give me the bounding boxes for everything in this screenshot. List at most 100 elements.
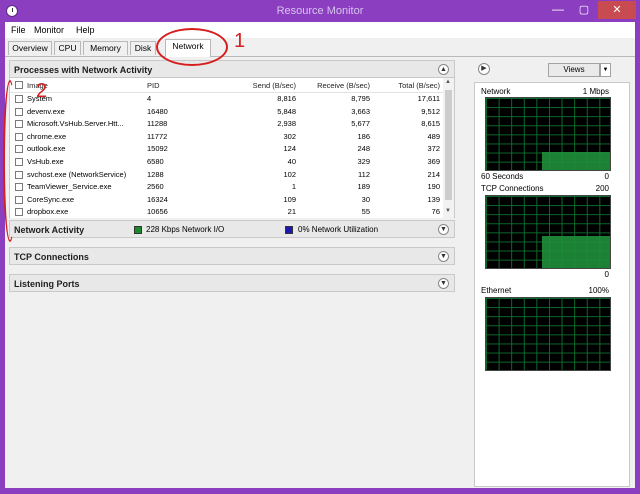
right-pane: ▶ Views ▼ Network 1 Mbps 60 Seconds 0 TC…	[474, 60, 630, 487]
network-activity-title: Network Activity	[14, 225, 85, 235]
listening-ports-section-header[interactable]: Listening Ports ▼	[9, 274, 455, 292]
cell-image: TeamViewer_Service.exe	[27, 182, 112, 192]
scroll-thumb[interactable]	[445, 90, 452, 200]
scroll-down-arrow-icon[interactable]: ▼	[445, 208, 451, 214]
network-graph-title: Network	[481, 87, 511, 96]
cell-send: 40	[287, 157, 296, 166]
cell-pid: 11288	[147, 119, 168, 129]
network-graph-max: 1 Mbps	[582, 87, 609, 96]
cell-image: Microsoft.VsHub.Server.Htt...	[27, 119, 124, 129]
chevron-down-icon[interactable]: ▼	[438, 224, 449, 235]
ethernet-graph	[485, 297, 611, 371]
network-graph-min: 0	[604, 172, 609, 181]
table-row[interactable]: Microsoft.VsHub.Server.Htt... 11288 2,938 5…	[10, 118, 443, 131]
processes-section-header[interactable]: Processes with Network Activity ▲	[9, 60, 455, 78]
table-row[interactable]: TeamViewer_Service.exe 2560 1 189 190	[10, 181, 443, 194]
network-utilization-legend-swatch	[285, 226, 293, 234]
window-title: Resource Monitor	[276, 5, 364, 17]
close-button[interactable]: ✕	[598, 1, 636, 19]
chevron-up-icon[interactable]: ▲	[438, 64, 449, 75]
right-pane-toolbar: ▶ Views ▼	[474, 60, 630, 80]
cell-pid: 15092	[147, 144, 168, 154]
graphs-panel: Network 1 Mbps 60 Seconds 0 TCP Connecti…	[474, 82, 630, 487]
cell-pid: 2560	[147, 182, 164, 192]
tab-cpu[interactable]: CPU	[54, 41, 81, 55]
tcp-graph-min: 0	[604, 270, 609, 279]
views-button[interactable]: Views	[548, 63, 600, 77]
main-content: Processes with Network Activity ▲ Image …	[5, 57, 635, 488]
table-row[interactable]: devenv.exe 16480 5,848 3,663 9,512	[10, 106, 443, 119]
processes-table-header: Image PID Send (B/sec) Receive (B/sec) T…	[10, 78, 443, 93]
cell-send: 109	[283, 194, 296, 204]
minimize-button[interactable]: —	[545, 2, 571, 18]
cell-pid: 6580	[147, 157, 164, 166]
chevron-down-icon[interactable]: ▼	[438, 251, 449, 262]
cell-total: 9,512	[421, 106, 440, 116]
column-pid[interactable]: PID	[147, 81, 160, 90]
column-send[interactable]: Send (B/sec)	[210, 81, 296, 90]
menu-monitor[interactable]: Monitor	[34, 25, 64, 35]
network-graph	[485, 97, 611, 171]
row-checkbox[interactable]	[15, 95, 23, 103]
table-row[interactable]: CoreSync.exe 16324 109 30 139	[10, 194, 443, 207]
cell-send: 102	[283, 169, 296, 179]
ethernet-graph-max: 100%	[588, 286, 609, 295]
network-activity-section-header[interactable]: Network Activity 228 Kbps Network I/O 0%…	[9, 220, 455, 238]
table-row[interactable]: VsHub.exe 6580 40 329 369	[10, 156, 443, 169]
table-row[interactable]: chrome.exe 11772 302 186 489	[10, 131, 443, 144]
tcp-connections-section-header[interactable]: TCP Connections ▼	[9, 247, 455, 265]
tcp-connections-title: TCP Connections	[14, 252, 89, 262]
table-row[interactable]: dropbox.exe 10656 21 55 76	[10, 206, 443, 218]
table-row[interactable]: outlook.exe 15092 124 248 372	[10, 143, 443, 156]
menu-help[interactable]: Help	[76, 25, 95, 35]
expand-right-icon[interactable]: ▶	[478, 63, 490, 75]
processes-section-title: Processes with Network Activity	[14, 65, 153, 75]
network-utilization-text: 0% Network Utilization	[298, 225, 379, 234]
tab-overview[interactable]: Overview	[8, 41, 52, 55]
column-receive[interactable]: Receive (B/sec)	[300, 81, 370, 90]
network-graph-fill	[541, 152, 610, 170]
cell-pid: 4	[147, 94, 152, 103]
title-bar: Resource Monitor — ▢ ✕	[0, 0, 640, 22]
column-total[interactable]: Total (B/sec)	[370, 81, 440, 90]
cell-image: VsHub.exe	[27, 157, 64, 166]
cell-total: 489	[427, 131, 440, 141]
cell-send: 2,938	[277, 119, 296, 129]
dropdown-arrow-icon[interactable]: ▼	[600, 63, 611, 77]
tcp-graph-max: 200	[595, 184, 609, 193]
row-checkbox[interactable]	[15, 107, 23, 116]
tcp-connections-graph	[485, 195, 611, 269]
scroll-up-arrow-icon[interactable]: ▲	[445, 79, 451, 85]
cell-pid: 1288	[147, 169, 164, 179]
cell-receive: 189	[357, 182, 370, 192]
cell-total: 139	[427, 194, 440, 204]
cell-receive: 186	[357, 131, 370, 141]
processes-scrollbar[interactable]: ▲ ▼	[443, 78, 454, 218]
cell-pid: 16324	[147, 194, 168, 204]
maximize-button[interactable]: ▢	[571, 2, 597, 18]
tab-disk[interactable]: Disk	[130, 41, 156, 55]
cell-image: CoreSync.exe	[27, 194, 75, 204]
cell-image: outlook.exe	[27, 144, 66, 154]
cell-total: 17,611	[417, 94, 440, 103]
menu-file[interactable]: File	[11, 25, 26, 35]
chevron-down-icon[interactable]: ▼	[438, 278, 449, 289]
cell-send: 302	[283, 131, 296, 141]
cell-send: 5,848	[277, 106, 296, 116]
cell-send: 8,816	[277, 94, 296, 103]
cell-receive: 5,677	[351, 119, 370, 129]
row-checkbox[interactable]	[15, 208, 23, 217]
table-row[interactable]: System 4 8,816 8,795 17,611	[10, 93, 443, 106]
cell-pid: 16480	[147, 106, 168, 116]
cell-receive: 248	[357, 144, 370, 154]
tcp-graph-title: TCP Connections	[481, 184, 544, 193]
cell-receive: 329	[357, 157, 370, 166]
cell-receive: 55	[361, 207, 370, 217]
tab-memory[interactable]: Memory	[83, 41, 128, 55]
table-row[interactable]: svchost.exe (NetworkService) 1288 102 112 21…	[10, 169, 443, 182]
select-all-checkbox[interactable]	[15, 81, 23, 89]
tab-bar: Overview CPU Memory Disk Network	[5, 38, 635, 57]
cell-image: svchost.exe (NetworkService)	[27, 169, 127, 179]
cell-image: devenv.exe	[27, 106, 65, 116]
processes-table: Image PID Send (B/sec) Receive (B/sec) T…	[9, 78, 455, 218]
